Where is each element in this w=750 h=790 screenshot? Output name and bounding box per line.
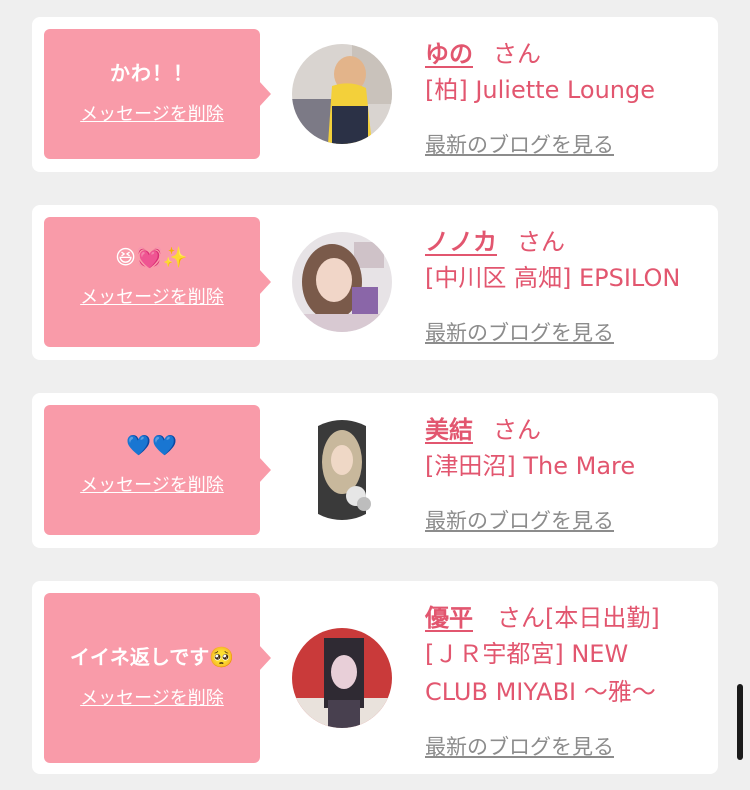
name-row: 美結 さん [425, 410, 541, 445]
message-bubble: イイネ返しです🥺 メッセージを削除 [44, 593, 271, 763]
blog-link[interactable]: 最新のブログを見る [425, 317, 614, 347]
message-card: イイネ返しです🥺 メッセージを削除 優平 さん[本日出勤] [ＪＲ宇都宮] NEW… [32, 581, 718, 774]
shop-name-line: [ＪＲ宇都宮] NEW [425, 640, 629, 668]
message-bubble: かわ！！ メッセージを削除 [44, 29, 271, 159]
shop-name-line: CLUB MIYABI 〜雅〜 [425, 678, 656, 706]
honorific: さん [493, 416, 541, 444]
shop-name: [ＪＲ宇都宮] NEW CLUB MIYABI 〜雅〜 [425, 635, 656, 711]
name-row: 優平 さん[本日出勤] [425, 598, 660, 633]
shop-name: [柏] Juliette Lounge [425, 76, 656, 104]
delete-message-link[interactable]: メッセージを削除 [44, 684, 260, 710]
avatar[interactable] [292, 628, 392, 728]
honorific: さん [493, 40, 541, 68]
message-text: イイネ返しです🥺 [69, 645, 235, 669]
delete-message-link[interactable]: メッセージを削除 [44, 471, 260, 497]
message-text: 💙💙 [126, 433, 178, 457]
scrollbar-thumb[interactable] [737, 684, 743, 760]
cast-name-link[interactable]: 美結 [425, 416, 473, 444]
name-row: ゆの さん [425, 34, 541, 69]
avatar-photo [292, 420, 392, 520]
avatar[interactable] [292, 232, 392, 332]
cast-name-link[interactable]: 優平 [425, 604, 473, 632]
avatar[interactable] [292, 420, 392, 520]
blog-link[interactable]: 最新のブログを見る [425, 731, 614, 761]
message-card: かわ！！ メッセージを削除 ゆの さん [柏] Juliette Lounge 最… [32, 17, 718, 172]
message-bubble: 💙💙 メッセージを削除 [44, 405, 271, 535]
cast-name-link[interactable]: ノノカ [425, 228, 497, 256]
blog-link[interactable]: 最新のブログを見る [425, 505, 614, 535]
avatar-photo [292, 232, 392, 332]
message-text: 😆💓✨ [115, 245, 189, 269]
name-row: ノノカ さん [425, 222, 565, 257]
message-text: かわ！！ [110, 61, 194, 85]
blog-link[interactable]: 最新のブログを見る [425, 129, 614, 159]
delete-message-link[interactable]: メッセージを削除 [44, 100, 260, 126]
delete-message-link[interactable]: メッセージを削除 [44, 283, 260, 309]
avatar-photo [292, 44, 392, 144]
message-card: 😆💓✨ メッセージを削除 ノノカ さん [中川区 高畑] EPSILON 最新のブ… [32, 205, 718, 360]
shop-name: [中川区 高畑] EPSILON [425, 264, 681, 292]
avatar-photo [292, 628, 392, 728]
shop-name: [津田沼] The Mare [425, 452, 636, 480]
honorific: さん [517, 228, 565, 256]
avatar[interactable] [292, 44, 392, 144]
message-bubble: 😆💓✨ メッセージを削除 [44, 217, 271, 347]
message-card: 💙💙 メッセージを削除 美結 さん [津田沼] The Mare 最新のブログを見… [32, 393, 718, 548]
honorific: さん[本日出勤] [497, 604, 660, 632]
cast-name-link[interactable]: ゆの [425, 40, 473, 68]
